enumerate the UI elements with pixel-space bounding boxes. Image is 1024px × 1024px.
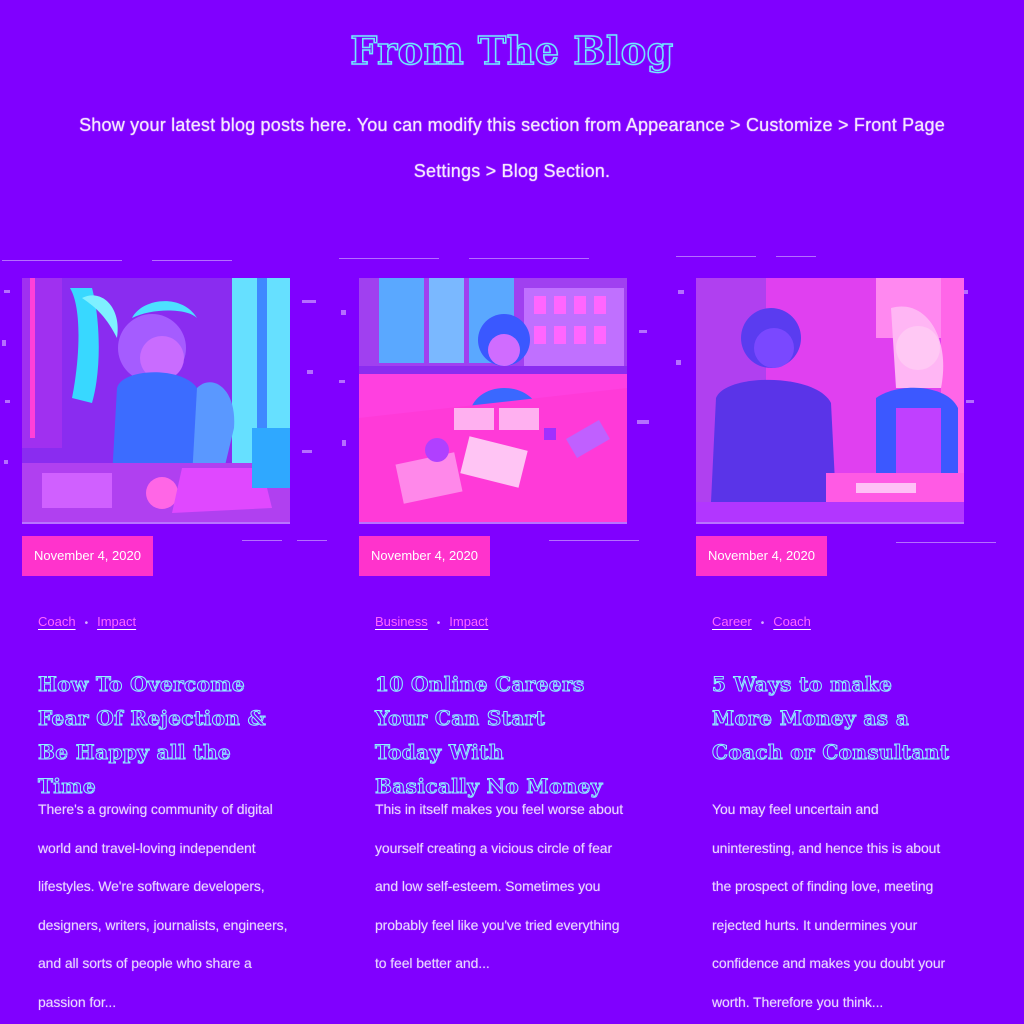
- blog-post-card: November 4, 2020 Coach • Impact How To Ove…: [2, 250, 327, 1024]
- section-intro: Show your latest blog posts here. You ca…: [79, 115, 945, 181]
- blog-post-card: November 4, 2020 Career • Coach 5 Ways to …: [676, 250, 996, 1024]
- post-title-link[interactable]: 10 Online Careers Your Can Start Today W…: [375, 667, 615, 803]
- post-excerpt: You may feel uncertain and uninteresting…: [712, 801, 946, 1010]
- post-thumbnail-image[interactable]: [696, 278, 964, 524]
- post-date-badge: November 4, 2020: [696, 536, 827, 576]
- category-separator: •: [84, 618, 89, 629]
- post-categories: Coach • Impact: [38, 612, 136, 634]
- post-title-link[interactable]: 5 Ways to make More Money as a Coach or …: [712, 667, 952, 769]
- category-link[interactable]: Coach: [773, 614, 811, 629]
- category-link[interactable]: Business: [375, 614, 428, 629]
- post-categories: Career • Coach: [712, 612, 811, 634]
- section-title: From The Blog: [350, 28, 674, 74]
- post-excerpt: There's a growing community of digital w…: [38, 801, 288, 1010]
- post-date-badge: November 4, 2020: [22, 536, 153, 576]
- category-separator: •: [436, 618, 441, 629]
- post-date-badge: November 4, 2020: [359, 536, 490, 576]
- category-link[interactable]: Career: [712, 614, 752, 629]
- post-thumbnail-image[interactable]: [22, 278, 290, 524]
- post-categories: Business • Impact: [375, 612, 488, 634]
- post-title-link[interactable]: How To Overcome Fear Of Rejection & Be H…: [38, 667, 278, 803]
- category-link[interactable]: Impact: [97, 614, 136, 629]
- category-link[interactable]: Coach: [38, 614, 76, 629]
- blog-post-card: November 4, 2020 Business • Impact 10 Onli…: [339, 250, 655, 1024]
- blog-post-grid: November 4, 2020 Coach • Impact How To Ove…: [0, 250, 1024, 1024]
- post-thumbnail-image[interactable]: [359, 278, 627, 524]
- category-link[interactable]: Impact: [449, 614, 488, 629]
- category-separator: •: [760, 618, 765, 629]
- post-excerpt: This in itself makes you feel worse abou…: [375, 801, 624, 972]
